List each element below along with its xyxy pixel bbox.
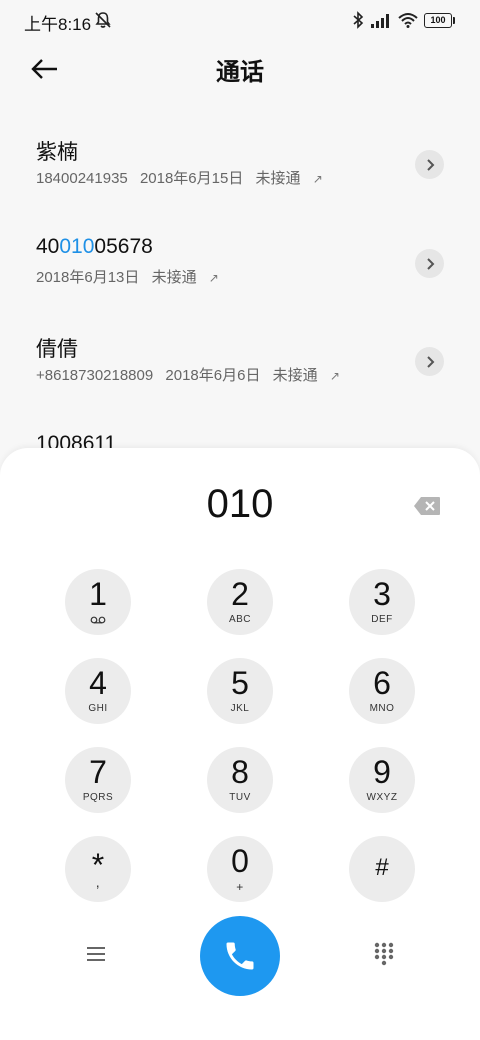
key-letters: , [95,874,101,890]
detail-button[interactable] [415,150,444,179]
phone-icon [226,942,254,970]
key-3[interactable]: 3 DEF [349,569,415,635]
status-bar: 上午8:16 100 [0,0,480,40]
key-digit: 5 [231,665,249,701]
status-icons: 100 [352,10,455,30]
key-letters: JKL [230,703,250,714]
wifi-icon [398,13,418,28]
call-log-item[interactable]: 倩倩 +8618730218809 2018年6月6日 未接通 ↗ [0,333,480,423]
call-button[interactable] [200,916,280,996]
contact-name: 倩倩 [36,338,78,361]
outgoing-call-icon: ↗ [312,172,323,186]
key-digit: 6 [373,665,391,701]
dialpad-icon[interactable] [373,941,395,967]
key-digit: 0 [231,843,249,879]
dialed-number: 010 [206,482,274,526]
call-number: 18400241935 [36,170,128,187]
key-digit: # [375,854,389,881]
key-hash[interactable]: # [349,836,415,902]
contact-name: 4001005678 [36,235,153,259]
call-log-item[interactable]: 紫楠 18400241935 2018年6月15日 未接通 ↗ [0,136,480,226]
key-6[interactable]: 6 MNO [349,658,415,724]
key-8[interactable]: 8 TUV [207,747,273,813]
key-5[interactable]: 5 JKL [207,658,273,724]
chevron-right-icon [426,355,434,368]
detail-button[interactable] [415,249,444,278]
key-star[interactable]: * , [65,836,131,902]
call-date: 2018年6月15日 [139,170,244,187]
key-digit: 2 [231,576,249,612]
key-digit: 1 [89,576,107,612]
voicemail-icon [90,616,106,624]
page-title: 通话 [216,59,264,86]
call-status: 未接通 [272,367,318,384]
call-status: 未接通 [255,170,301,187]
key-letters: MNO [369,703,395,714]
menu-icon[interactable] [84,944,108,964]
key-letters: GHI [88,703,108,714]
status-time: 上午8:16 [24,15,92,34]
outgoing-call-icon: ↗ [329,369,340,383]
call-date: 2018年6月6日 [165,367,261,384]
name-suffix: 05678 [94,235,153,258]
key-7[interactable]: 7 PQRS [65,747,131,813]
contact-name: 紫楠 [36,141,78,164]
name-prefix: 40 [36,235,60,258]
name-match-highlight: 010 [59,235,95,258]
dialpad-panel: 010 1 2 ABC 3 DEF 4 GHI 5 JKL 6 MNO 7 PQ… [0,448,480,1040]
backspace-icon[interactable] [413,496,441,516]
outgoing-call-icon: ↗ [208,271,219,285]
call-details: +8618730218809 2018年6月6日 未接通 ↗ [36,364,348,385]
key-2[interactable]: 2 ABC [207,569,273,635]
key-digit: 4 [89,665,107,701]
key-digit: 7 [89,754,107,790]
key-9[interactable]: 9 WXYZ [349,747,415,813]
call-log-item[interactable]: 4001005678 2018年6月13日 未接通 ↗ [0,235,480,325]
chevron-right-icon [426,158,434,171]
detail-button[interactable] [415,347,444,376]
key-digit: 3 [373,576,391,612]
key-letters: ABC [228,614,252,625]
chevron-right-icon [426,257,434,270]
signal-icon [371,14,389,28]
call-date: 2018年6月13日 [36,269,140,286]
key-letters: PQRS [82,792,114,803]
battery-icon: 100 [424,12,455,28]
call-number: +8618730218809 [36,367,154,384]
call-status: 未接通 [151,269,197,286]
key-letters: + [236,880,244,894]
key-letters: DEF [371,614,393,625]
key-letters: WXYZ [366,792,398,803]
bluetooth-icon [353,11,364,29]
call-details: 18400241935 2018年6月15日 未接通 ↗ [36,167,331,188]
key-letters: TUV [229,792,251,803]
mute-notification-icon [95,12,111,28]
key-digit: 8 [231,754,249,790]
key-digit: 9 [373,754,391,790]
key-1[interactable]: 1 [65,569,131,635]
key-0[interactable]: 0 + [207,836,273,902]
call-details: 2018年6月13日 未接通 ↗ [36,266,227,287]
key-4[interactable]: 4 GHI [65,658,131,724]
